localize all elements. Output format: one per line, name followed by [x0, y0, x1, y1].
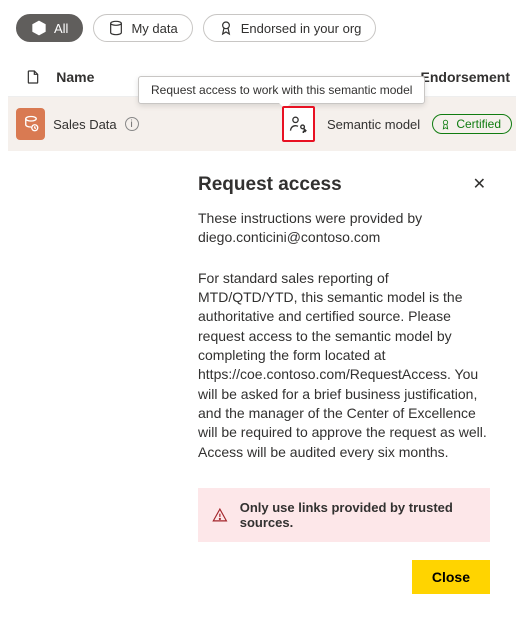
filter-bar: All My data Endorsed in your org	[8, 12, 516, 60]
row-endorsement: Certified	[432, 114, 512, 134]
warning-text: Only use links provided by trusted sourc…	[240, 500, 476, 530]
filter-my-data[interactable]: My data	[93, 14, 192, 42]
request-access-button[interactable]	[282, 106, 315, 142]
filter-all-label: All	[54, 21, 68, 36]
filter-endorsed[interactable]: Endorsed in your org	[203, 14, 377, 42]
panel-title: Request access	[198, 174, 342, 196]
filter-endorsed-label: Endorsed in your org	[241, 21, 362, 36]
certified-badge: Certified	[432, 114, 512, 134]
row-name-cell: Sales Data i	[45, 117, 282, 132]
filter-my-data-label: My data	[131, 21, 177, 36]
request-access-tooltip: Request access to work with this semanti…	[138, 76, 425, 104]
row-type: Semantic model	[327, 117, 432, 132]
request-access-panel: Request access ✕ These instructions were…	[8, 151, 516, 594]
column-endorsement[interactable]: Endorsement	[421, 69, 510, 85]
person-key-icon	[288, 114, 308, 134]
dataset-icon	[16, 108, 45, 140]
panel-body: For standard sales reporting of MTD/QTD/…	[198, 269, 490, 462]
close-button[interactable]: Close	[412, 560, 490, 594]
file-icon	[25, 68, 41, 86]
cube-icon	[31, 20, 47, 36]
panel-subtitle: These instructions were provided by dieg…	[198, 209, 490, 247]
certified-label: Certified	[456, 117, 501, 131]
ribbon-icon	[218, 20, 234, 36]
table-row[interactable]: Sales Data i Semantic model Certified	[8, 97, 516, 151]
warning-banner: Only use links provided by trusted sourc…	[198, 488, 490, 542]
row-name[interactable]: Sales Data	[53, 117, 117, 132]
badge-ribbon-icon	[439, 118, 452, 131]
column-icon	[14, 68, 52, 86]
database-icon	[108, 20, 124, 36]
close-icon[interactable]: ✕	[469, 173, 490, 197]
info-icon[interactable]: i	[125, 117, 139, 131]
warning-icon	[212, 506, 228, 524]
filter-all[interactable]: All	[16, 14, 83, 42]
